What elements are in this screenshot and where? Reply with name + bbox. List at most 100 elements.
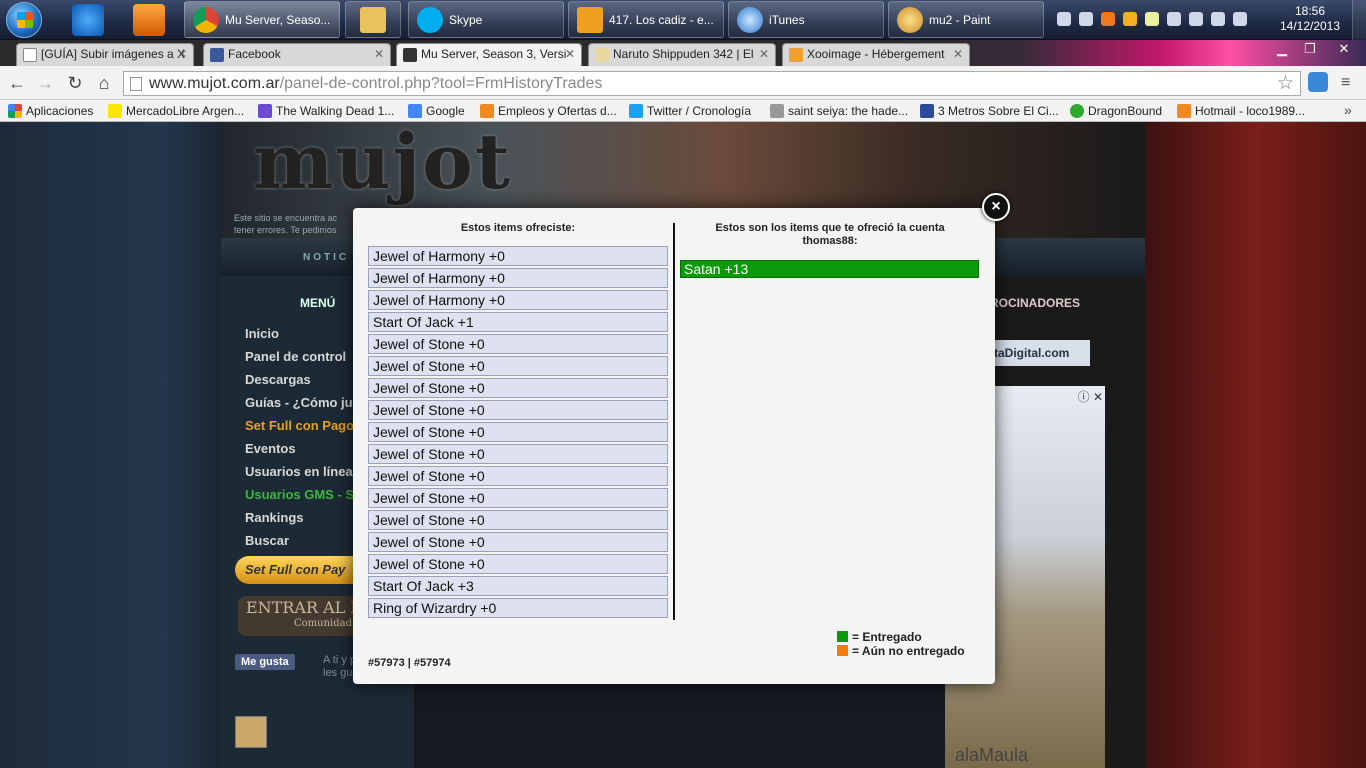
xooimage-icon	[789, 48, 803, 62]
chrome-menu-icon[interactable]: ≡	[1341, 74, 1357, 92]
offered-items-column: Estos items ofreciste: Jewel of Harmony …	[367, 222, 669, 618]
legend-pending: = Aún no entregado	[837, 644, 965, 658]
bookmark-apps[interactable]: Aplicaciones	[8, 103, 93, 119]
bookmark-dragonbound[interactable]: DragonBound	[1070, 103, 1162, 119]
show-desktop-button[interactable]	[1352, 0, 1366, 40]
offered-item: Jewel of Harmony +0	[368, 246, 668, 266]
offered-item: Jewel of Harmony +0	[368, 268, 668, 288]
apps-grid-icon	[8, 104, 22, 118]
tab-naruto[interactable]: Naruto Shippuden 342 | El ✕	[588, 43, 776, 66]
extension-cloud-icon[interactable]	[1308, 72, 1328, 92]
paint-icon	[897, 7, 923, 33]
restore-button[interactable]: ❐	[1296, 40, 1324, 58]
tab-xooimage[interactable]: Xooimage - Hébergement ✕	[782, 43, 970, 66]
forum-banner-title: ENTRAR AL F	[246, 598, 362, 617]
site-logo[interactable]: mujot	[253, 124, 533, 202]
nav-link-noticias[interactable]: NOTIC	[303, 252, 349, 263]
network-icon[interactable]	[1189, 12, 1203, 26]
offered-item: Start Of Jack +1	[368, 312, 668, 332]
bookmark-label: Google	[426, 104, 465, 118]
tab-mujot[interactable]: Mu Server, Season 3, Versi ✕	[396, 43, 582, 66]
tray-app-icon[interactable]	[1079, 12, 1093, 26]
menu-item-guias[interactable]: Guías - ¿Cómo jug	[245, 395, 361, 410]
media-player-icon[interactable]	[133, 4, 165, 36]
close-tab-icon[interactable]: ✕	[953, 44, 963, 65]
received-item: Satan +13	[680, 260, 979, 278]
bookmark-mercadolibre[interactable]: MercadoLibre Argen...	[108, 103, 244, 119]
menu-item-rankings[interactable]: Rankings	[245, 510, 304, 525]
close-tab-icon[interactable]: ✕	[759, 44, 769, 65]
address-bar[interactable]: www.mujot.com.ar/panel-de-control.php?to…	[123, 71, 1301, 96]
taskbar-explorer[interactable]	[345, 1, 401, 38]
offered-item: Jewel of Harmony +0	[368, 290, 668, 310]
delivered-swatch	[837, 631, 848, 642]
home-icon[interactable]: ⌂	[93, 72, 115, 94]
facebook-like-button[interactable]: Me gusta	[235, 654, 295, 670]
minimize-button[interactable]: ▁	[1268, 40, 1296, 58]
offered-item: Jewel of Stone +0	[368, 510, 668, 530]
menu-item-inicio[interactable]: Inicio	[245, 326, 279, 341]
avatar[interactable]	[235, 716, 267, 748]
back-icon[interactable]: ←	[6, 72, 28, 94]
menu-item-usuarios-gms[interactable]: Usuarios GMS - St	[245, 487, 358, 502]
itunes-icon	[737, 7, 763, 33]
bookmark-google[interactable]: Google	[408, 103, 465, 119]
taskbar-chrome[interactable]: Mu Server, Seaso...	[184, 1, 340, 38]
right-column: ROCINADORES taDigital.com ⓘ ✕ alaMaula	[945, 276, 1145, 768]
bookmark-label: 3 Metros Sobre El Ci...	[938, 104, 1059, 118]
menu-item-eventos[interactable]: Eventos	[245, 441, 296, 456]
legend-pending-label: = Aún no entregado	[852, 644, 965, 658]
offered-item: Start Of Jack +3	[368, 576, 668, 596]
bookmark-walking-dead[interactable]: The Walking Dead 1...	[258, 103, 394, 119]
taskbar-skype[interactable]: Skype	[408, 1, 564, 38]
flag-icon[interactable]	[1233, 12, 1247, 26]
hotmail-icon	[1177, 104, 1191, 118]
taskbar-itunes[interactable]: iTunes	[728, 1, 884, 38]
tray-app-icon[interactable]	[1145, 12, 1159, 26]
tray-app-icon[interactable]	[1057, 12, 1071, 26]
empleos-icon	[480, 104, 494, 118]
forward-icon[interactable]: →	[34, 72, 56, 94]
taskbar-skype-label: Skype	[449, 13, 483, 27]
close-tab-icon[interactable]: ✕	[177, 44, 187, 65]
tray-app-icon[interactable]	[1167, 12, 1181, 26]
mujot-icon	[403, 48, 417, 62]
offered-item: Jewel of Stone +0	[368, 488, 668, 508]
tab-label: Naruto Shippuden 342 | El	[613, 47, 754, 61]
bookmark-empleos[interactable]: Empleos y Ofertas d...	[480, 103, 617, 119]
bookmark-3msc[interactable]: 3 Metros Sobre El Ci...	[920, 103, 1059, 119]
tab-label: Facebook	[228, 47, 281, 61]
menu-item-panel[interactable]: Panel de control	[245, 349, 346, 364]
tray-app-icon[interactable]	[1101, 12, 1115, 26]
internet-explorer-icon[interactable]	[72, 4, 104, 36]
close-tab-icon[interactable]: ✕	[374, 44, 384, 65]
bookmark-twitter[interactable]: Twitter / Cronología	[629, 103, 751, 119]
bookmarks-overflow-icon[interactable]: »	[1344, 102, 1352, 118]
ad-close-icon[interactable]: ⓘ ✕	[1078, 388, 1103, 405]
bookmark-hotmail[interactable]: Hotmail - loco1989...	[1177, 103, 1305, 119]
start-button[interactable]	[6, 2, 42, 38]
saint-seiya-icon	[770, 104, 784, 118]
tab-guia[interactable]: [GUÍA] Subir imágenes a X ✕	[16, 43, 194, 66]
bookmark-star-icon[interactable]: ☆	[1277, 72, 1294, 95]
reload-icon[interactable]: ↻	[64, 72, 86, 94]
tab-facebook[interactable]: Facebook ✕	[203, 43, 391, 66]
book-icon	[595, 48, 609, 62]
close-tab-icon[interactable]: ✕	[565, 44, 575, 65]
menu-item-usuarios-linea[interactable]: Usuarios en línea	[245, 464, 353, 479]
clock[interactable]: 18:56 14/12/2013	[1274, 4, 1346, 34]
taskbar-paint[interactable]: mu2 - Paint	[888, 1, 1044, 38]
menu-item-descargas[interactable]: Descargas	[245, 372, 311, 387]
close-window-button[interactable]: ✕	[1326, 40, 1362, 58]
taskbar-paint-label: mu2 - Paint	[929, 13, 991, 27]
volume-icon[interactable]	[1211, 12, 1225, 26]
facebook-icon	[210, 48, 224, 62]
taskbar-winamp[interactable]: 417. Los cadiz - e...	[568, 1, 724, 38]
bookmark-saint-seiya[interactable]: saint seiya: the hade...	[770, 103, 908, 119]
menu-item-set-full[interactable]: Set Full con Pago	[245, 418, 354, 433]
bookmark-label: Empleos y Ofertas d...	[498, 104, 617, 118]
modal-close-button[interactable]: ×	[982, 193, 1010, 221]
bookmark-label: The Walking Dead 1...	[276, 104, 395, 118]
menu-item-buscar[interactable]: Buscar	[245, 533, 289, 548]
tray-app-icon[interactable]	[1123, 12, 1137, 26]
